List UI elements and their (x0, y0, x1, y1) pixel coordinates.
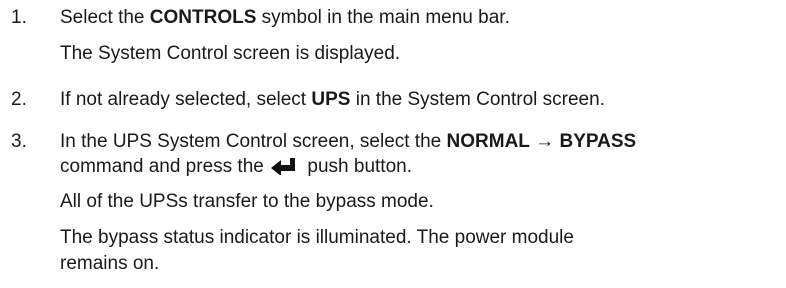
bypass-keyword: BYPASS (559, 131, 637, 152)
step-3-result-1: All of the UPSs transfer to the bypass m… (60, 191, 434, 212)
step-1-action-text: Select the (60, 7, 150, 28)
step-2-action: If not already selected, select UPS in t… (60, 88, 605, 112)
step-3-action-text-3: push button. (302, 156, 412, 177)
step-3-action-line-1: In the UPS System Control screen, select… (60, 130, 636, 154)
step-number: 3. (11, 131, 27, 152)
step-1-action-text-end: symbol in the main menu bar. (256, 7, 510, 28)
step-2-action-text: If not already selected, select (60, 89, 312, 110)
step-number: 1. (11, 7, 27, 28)
step-1-action: Select the CONTROLS symbol in the main m… (60, 6, 510, 30)
step-3-result-2-line-1: The bypass status indicator is illuminat… (60, 227, 574, 248)
normal-keyword: NORMAL (446, 131, 530, 152)
step-3-action-line-2: command and press the push button. (60, 155, 412, 182)
right-arrow-symbol: → (529, 131, 560, 152)
enter-arrow-icon (271, 158, 298, 182)
ups-keyword: UPS (311, 89, 351, 110)
controls-keyword: CONTROLS (149, 7, 257, 28)
step-3-action-text: In the UPS System Control screen, select… (60, 131, 447, 152)
step-3-result-2-line-2: remains on. (60, 253, 160, 274)
step-3-action-text-2: command and press the (60, 156, 270, 177)
step-number: 2. (11, 89, 27, 110)
step-1-result: The System Control screen is displayed. (60, 43, 401, 64)
step-2-action-text-end: in the System Control screen. (350, 89, 605, 110)
